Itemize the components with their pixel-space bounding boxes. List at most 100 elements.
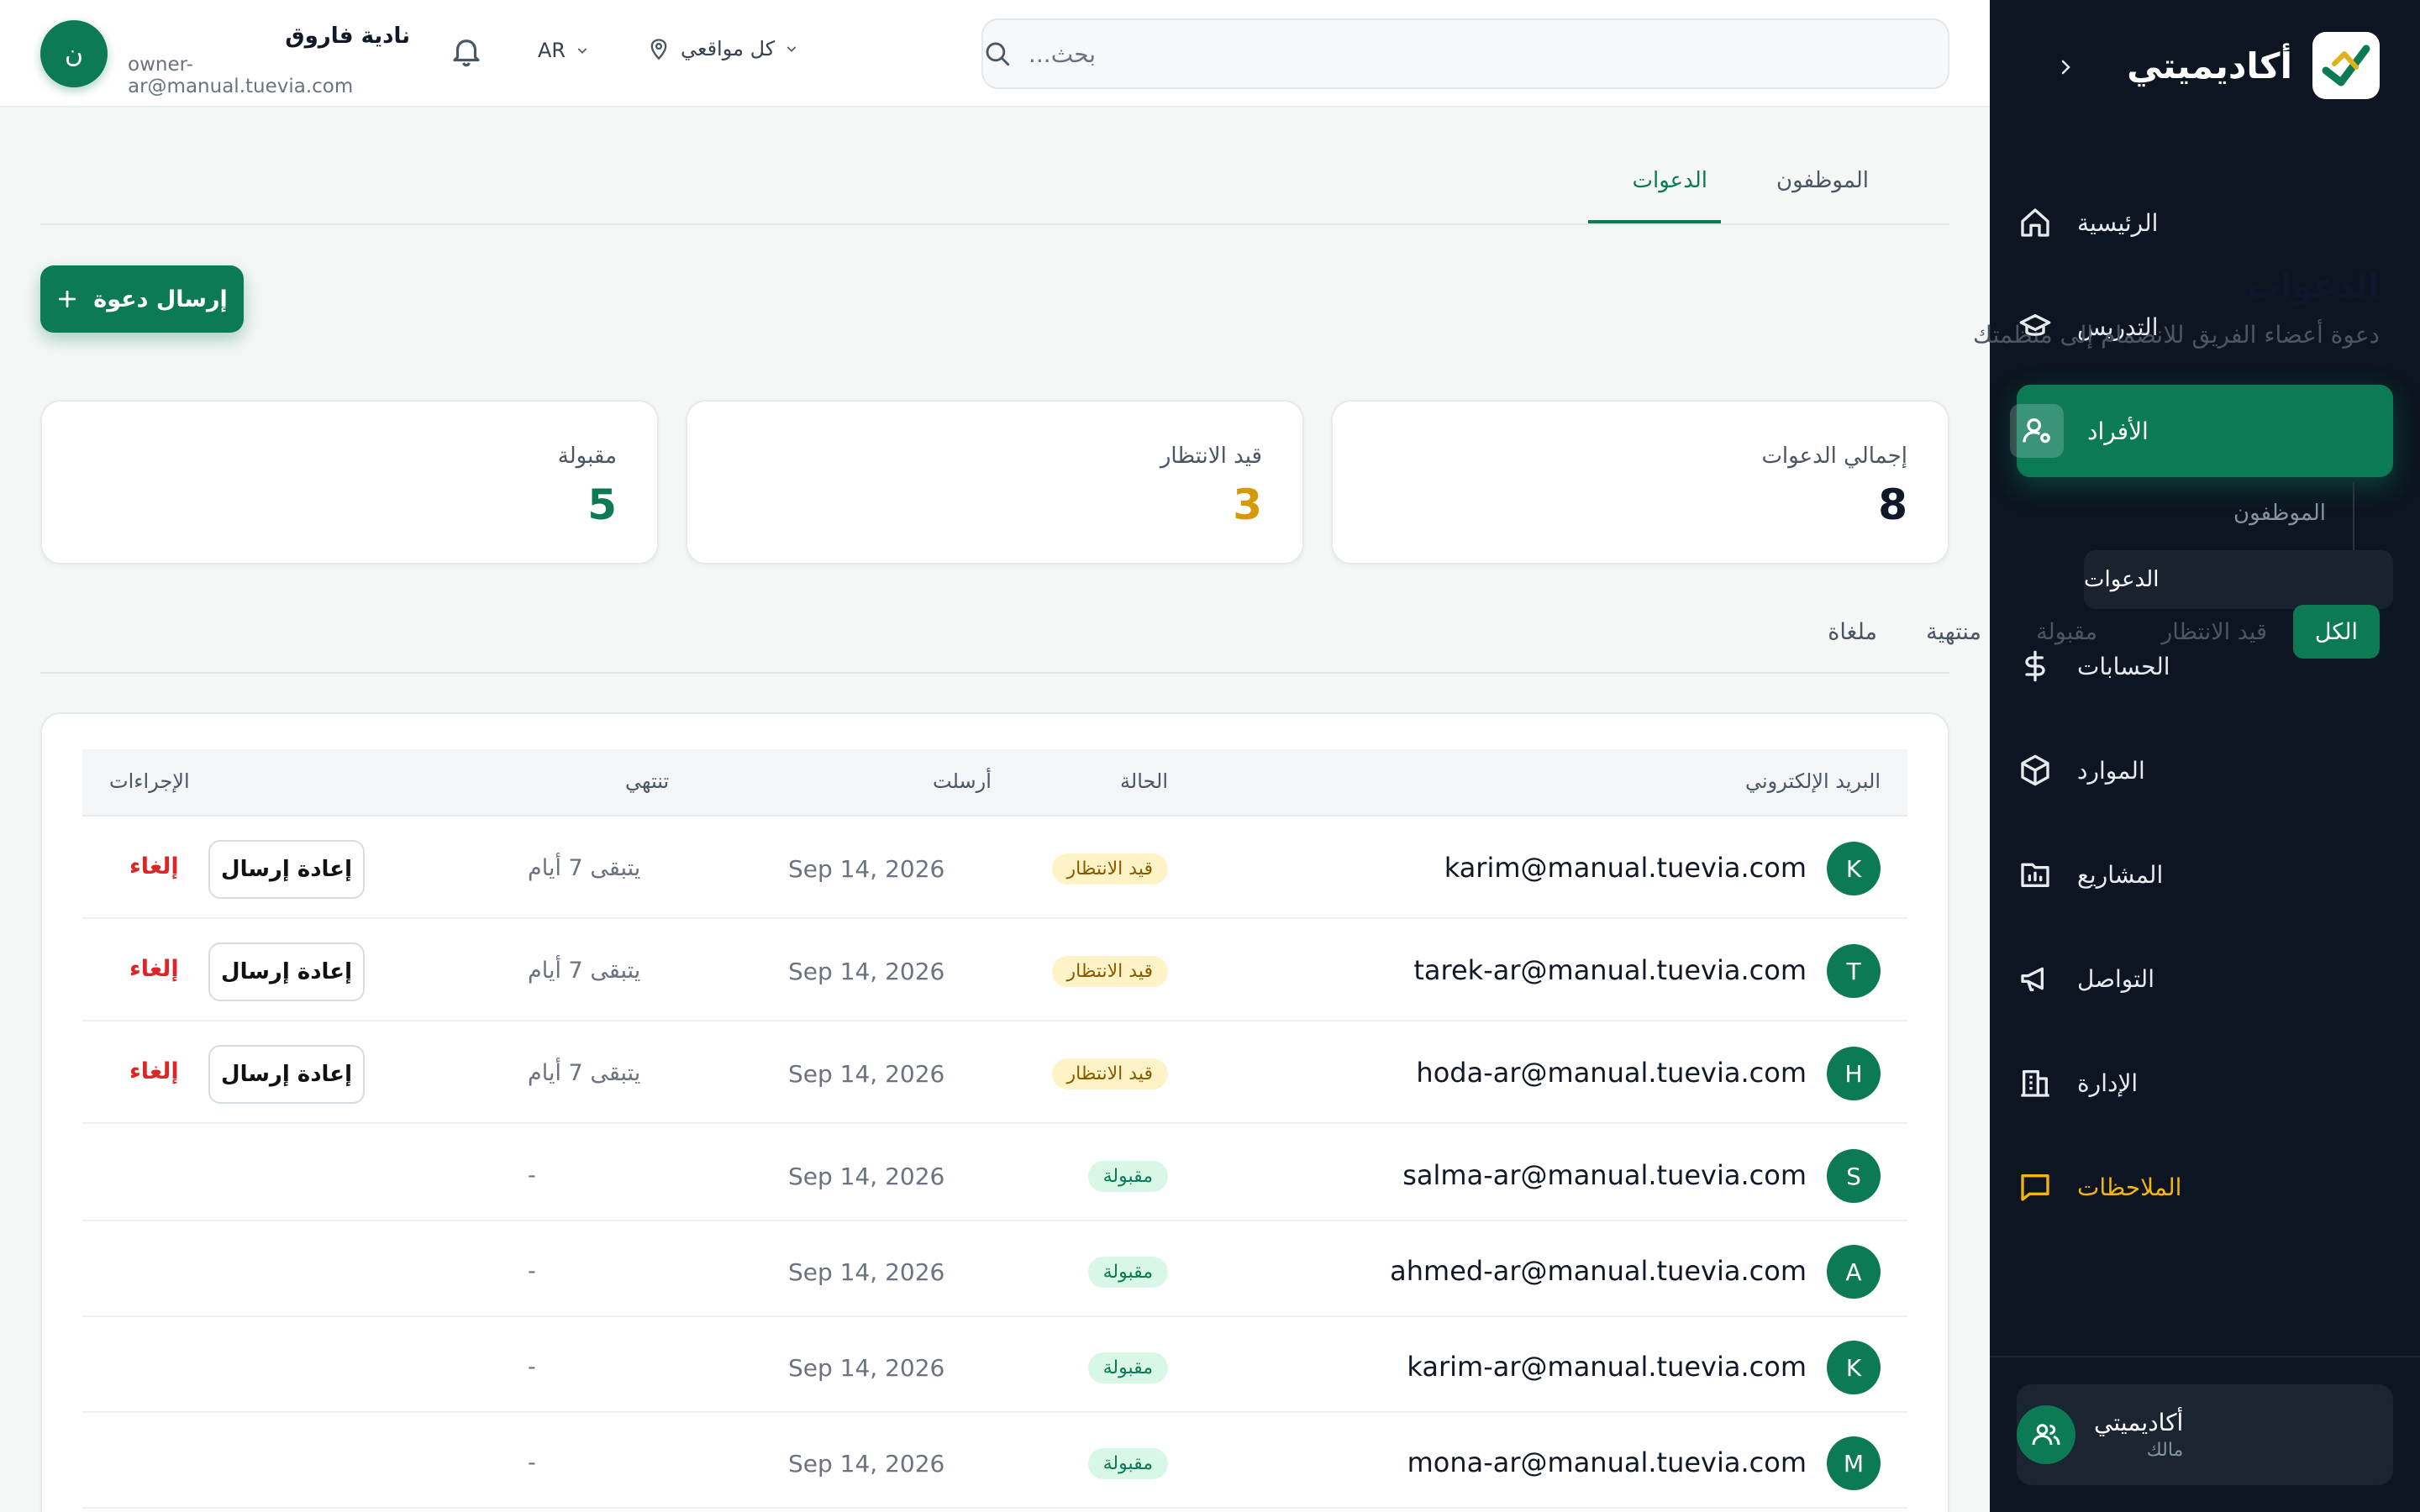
avatar: M bbox=[1827, 1436, 1881, 1490]
home-icon bbox=[2017, 204, 2054, 241]
org-name: أكاديميتي bbox=[2094, 1409, 2184, 1436]
status-badge: قيد الانتظار bbox=[1051, 956, 1168, 987]
table-row: M mona-ar@manual.tuevia.com مقبولة Sep 1… bbox=[82, 1413, 1907, 1509]
filter-pending[interactable]: قيد الانتظار bbox=[2161, 605, 2267, 659]
filter-all[interactable]: الكل bbox=[2292, 605, 2380, 659]
message-square-icon bbox=[2017, 1168, 2054, 1205]
location-label: كل مواقعي bbox=[681, 37, 776, 60]
sidebar-item-people[interactable]: الأفراد bbox=[2010, 385, 2393, 477]
filter-expired[interactable]: منتهية bbox=[1926, 605, 1981, 659]
avatar: K bbox=[1827, 1341, 1881, 1394]
sidebar-item-communication[interactable]: التواصل bbox=[2017, 932, 2393, 1025]
stat-label: إجمالي الدعوات bbox=[1761, 444, 1907, 469]
row-email: karim@manual.tuevia.com bbox=[1444, 852, 1807, 884]
tab-invitations[interactable]: الدعوات bbox=[1633, 168, 1707, 193]
stat-value: 5 bbox=[587, 480, 617, 529]
status-badge: مقبولة bbox=[1087, 1448, 1168, 1479]
location-selector[interactable]: كل مواقعي bbox=[647, 37, 798, 60]
users-icon bbox=[2017, 1405, 2075, 1464]
megaphone-icon bbox=[2017, 960, 2054, 997]
row-email: mona-ar@manual.tuevia.com bbox=[1407, 1446, 1807, 1478]
row-email: tarek-ar@manual.tuevia.com bbox=[1413, 954, 1807, 986]
brand-name: أكاديميتي bbox=[2127, 45, 2292, 87]
table-header: البريد الإلكتروني الحالة أرسلت تنتهي الإ… bbox=[82, 749, 1907, 816]
row-expires: يتبقى 7 أيام bbox=[528, 1060, 641, 1086]
collapse-sidebar-button[interactable] bbox=[2049, 50, 2082, 84]
topbar: بحث... كل مواقعي AR نادية فاروق owner-ar… bbox=[0, 0, 1990, 108]
table-row: A ahmed-ar@manual.tuevia.com مقبولة Sep … bbox=[82, 1221, 1907, 1317]
sidebar-item-home[interactable]: الرئيسية bbox=[2017, 176, 2393, 269]
map-pin-icon bbox=[650, 39, 667, 60]
sidebar-brand[interactable]: أكاديميتي bbox=[2127, 32, 2380, 99]
tab-staff[interactable]: الموظفون bbox=[1776, 168, 1869, 193]
cancel-button[interactable]: إلغاء bbox=[129, 956, 179, 982]
col-status: الحالة bbox=[1120, 769, 1168, 793]
stat-card-accepted: مقبولة 5 bbox=[40, 400, 659, 564]
table-row: H hoda-ar@manual.tuevia.com قيد الانتظار… bbox=[82, 1023, 1907, 1124]
resend-button[interactable]: إعادة إرسال bbox=[208, 942, 365, 1001]
row-sent: Sep 14, 2026 bbox=[788, 1163, 945, 1190]
cancel-button[interactable]: إلغاء bbox=[129, 1058, 179, 1084]
stat-label: مقبولة bbox=[557, 444, 617, 469]
table-row: K karim@manual.tuevia.com قيد الانتظار S… bbox=[82, 818, 1907, 919]
sidebar-item-label: التواصل bbox=[2077, 964, 2154, 993]
sidebar-subitem-invitations[interactable]: الدعوات bbox=[2084, 550, 2393, 609]
filter-accepted[interactable]: مقبولة bbox=[2036, 605, 2097, 659]
row-sent: Sep 14, 2026 bbox=[788, 958, 945, 985]
avatar[interactable]: ن bbox=[40, 20, 108, 87]
col-actions: الإجراءات bbox=[109, 769, 190, 793]
org-switcher[interactable]: أكاديميتي مالك bbox=[2017, 1384, 2393, 1485]
row-expires: - bbox=[528, 1450, 536, 1476]
org-role: مالك bbox=[2146, 1440, 2184, 1461]
stat-card-pending: قيد الانتظار 3 bbox=[686, 400, 1304, 564]
search-input[interactable]: بحث... bbox=[981, 18, 1949, 89]
sidebar-subitem-staff[interactable]: الموظفون bbox=[2233, 501, 2326, 526]
send-invitation-button[interactable]: إرسال دعوة bbox=[40, 265, 244, 333]
row-sent: Sep 14, 2026 bbox=[788, 1258, 945, 1286]
resend-button[interactable]: إعادة إرسال bbox=[208, 1045, 365, 1104]
user-name: نادية فاروق bbox=[285, 24, 410, 49]
page-title: الدعوات bbox=[2246, 267, 2380, 306]
search-placeholder: بحث... bbox=[1028, 39, 1097, 68]
active-tab-indicator bbox=[1588, 220, 1721, 223]
chevron-down-icon bbox=[786, 46, 797, 52]
avatar: A bbox=[1827, 1245, 1881, 1299]
filters-divider bbox=[40, 672, 1949, 674]
user-menu[interactable]: نادية فاروق owner-ar@manual.tuevia.com bbox=[128, 24, 410, 97]
sidebar-item-label: الرئيسية bbox=[2077, 208, 2159, 237]
sidebar-item-projects[interactable]: المشاريع bbox=[2017, 828, 2393, 921]
row-email: hoda-ar@manual.tuevia.com bbox=[1416, 1057, 1807, 1089]
plus-icon bbox=[59, 290, 76, 308]
box-icon bbox=[2017, 752, 2054, 789]
chevron-down-icon bbox=[577, 48, 587, 54]
folder-chart-icon bbox=[2017, 856, 2054, 893]
search-icon bbox=[986, 42, 1010, 66]
sidebar-item-administration[interactable]: الإدارة bbox=[2017, 1037, 2393, 1129]
status-badge: مقبولة bbox=[1087, 1161, 1168, 1192]
user-cog-icon bbox=[2010, 404, 2064, 458]
row-sent: Sep 14, 2026 bbox=[788, 855, 945, 883]
sidebar-item-label: الإدارة bbox=[2077, 1068, 2139, 1097]
cancel-button[interactable]: إلغاء bbox=[129, 853, 179, 879]
avatar: K bbox=[1827, 842, 1881, 895]
row-sent: Sep 14, 2026 bbox=[788, 1450, 945, 1478]
row-expires: - bbox=[528, 1258, 536, 1284]
send-invitation-label: إرسال دعوة bbox=[93, 286, 228, 312]
resend-button[interactable]: إعادة إرسال bbox=[208, 840, 365, 899]
sidebar-item-notes[interactable]: الملاحظات bbox=[2017, 1141, 2393, 1233]
language-selector[interactable]: AR bbox=[538, 39, 589, 62]
page-subtitle: دعوة أعضاء الفريق للانضمام إلى منظمتك bbox=[1972, 321, 2380, 349]
bell-icon[interactable] bbox=[449, 34, 484, 69]
sidebar-item-resources[interactable]: الموارد bbox=[2017, 724, 2393, 816]
tabs-divider bbox=[40, 223, 1949, 225]
table-row: S salma-ar@manual.tuevia.com مقبولة Sep … bbox=[82, 1126, 1907, 1221]
stat-card-total: إجمالي الدعوات 8 bbox=[1331, 400, 1949, 564]
row-expires: - bbox=[528, 1354, 536, 1380]
building-icon bbox=[2017, 1064, 2054, 1101]
col-expires: تنتهي bbox=[625, 769, 670, 793]
sidebar-item-label: الملاحظات bbox=[2077, 1173, 2182, 1201]
avatar: T bbox=[1827, 944, 1881, 998]
stat-value: 3 bbox=[1233, 480, 1262, 529]
filter-cancelled[interactable]: ملغاة bbox=[1828, 605, 1877, 659]
sidebar-item-label: الموارد bbox=[2077, 756, 2145, 785]
